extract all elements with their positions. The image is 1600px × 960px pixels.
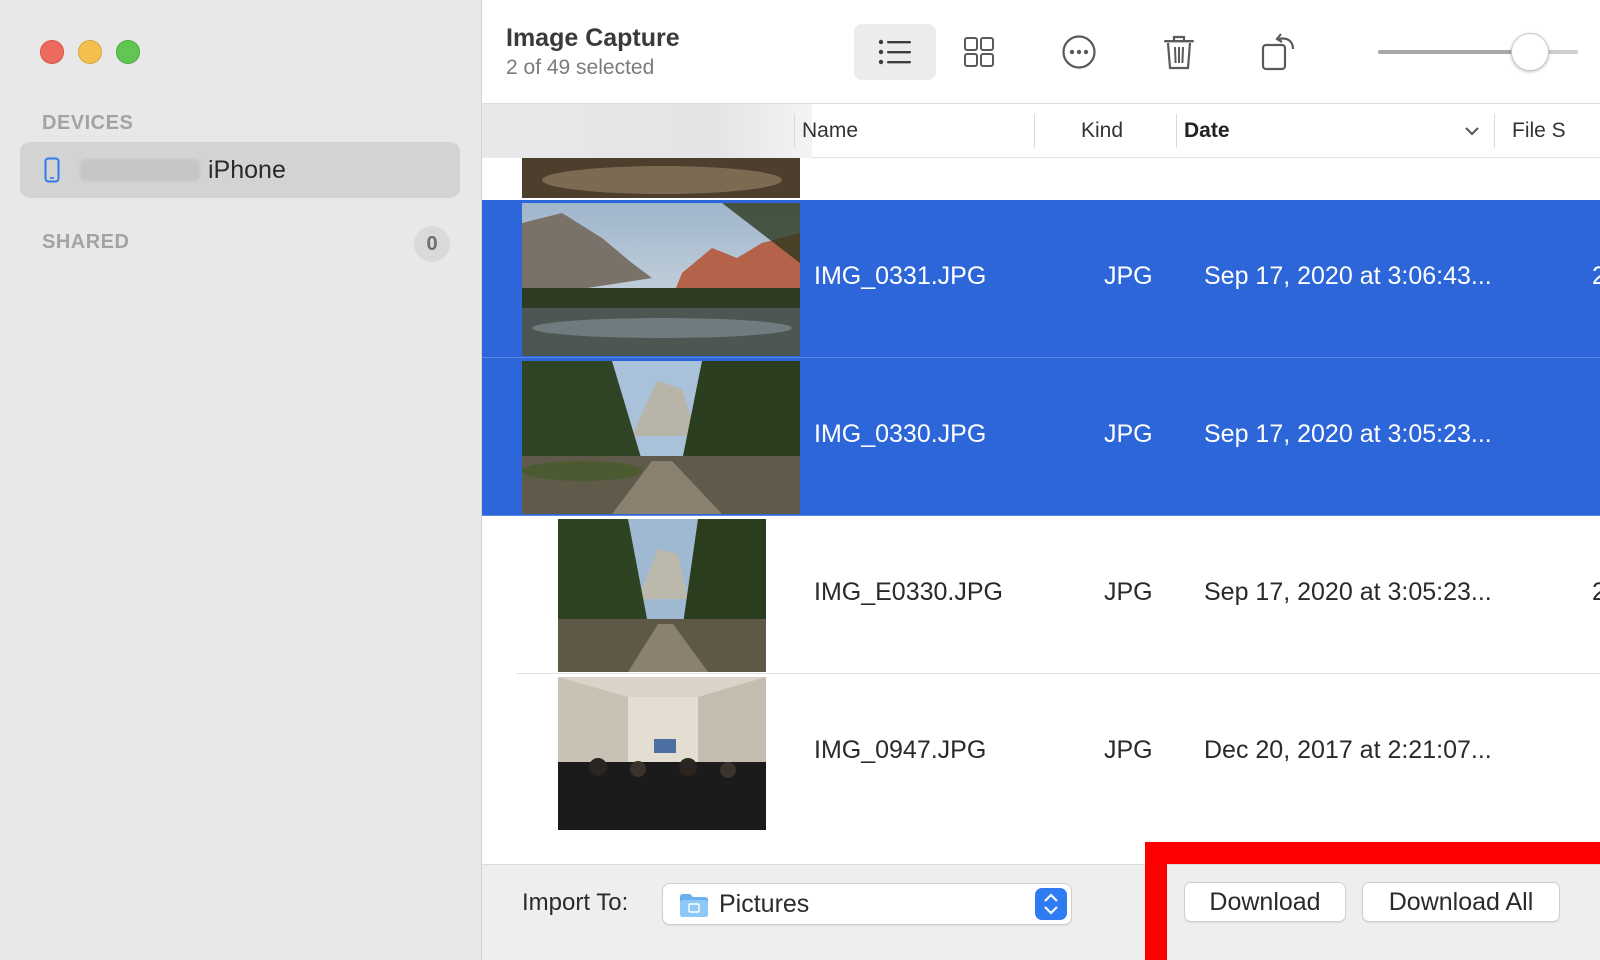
devices-heading: DEVICES bbox=[42, 112, 134, 134]
thumbnail bbox=[558, 677, 766, 830]
download-all-button[interactable]: Download All bbox=[1362, 882, 1560, 922]
file-kind: JPG bbox=[1104, 736, 1153, 764]
slider-fill bbox=[1378, 50, 1530, 54]
folder-icon bbox=[680, 894, 708, 917]
image-capture-window: DEVICES iPhone SHARED 0 Image Capture 2 … bbox=[0, 0, 1600, 960]
redacted-device-owner bbox=[80, 159, 200, 181]
zoom-window-button[interactable] bbox=[116, 40, 140, 64]
import-to-label: Import To: bbox=[522, 889, 629, 916]
file-size: 2 bbox=[1592, 262, 1600, 290]
rotate-left-icon bbox=[1261, 33, 1295, 71]
select-stepper[interactable] bbox=[1035, 888, 1067, 920]
file-date: Sep 17, 2020 at 3:06:43... bbox=[1204, 262, 1492, 290]
close-window-button[interactable] bbox=[40, 40, 64, 64]
column-date[interactable]: Date bbox=[1184, 119, 1230, 143]
download-button[interactable]: Download bbox=[1184, 882, 1346, 922]
thumbnail bbox=[522, 361, 800, 514]
column-header: Name Kind Date File S bbox=[482, 104, 1600, 158]
table-row[interactable]: IMG_E0330.JPG JPG Sep 17, 2020 at 3:05:2… bbox=[482, 516, 1600, 674]
slider-knob[interactable] bbox=[1510, 33, 1549, 71]
list-view-button[interactable] bbox=[854, 24, 936, 80]
file-name: IMG_0947.JPG bbox=[814, 736, 987, 764]
column-kind[interactable]: Kind bbox=[1081, 119, 1123, 143]
column-separator bbox=[794, 114, 795, 148]
selection-count: 2 of 49 selected bbox=[506, 56, 655, 79]
shared-heading: SHARED bbox=[42, 231, 130, 253]
import-destination-value: Pictures bbox=[719, 890, 810, 918]
delete-button[interactable] bbox=[1138, 24, 1220, 80]
column-file-size[interactable]: File S bbox=[1512, 119, 1566, 143]
window-title: Image Capture bbox=[506, 24, 680, 52]
table-row[interactable]: IMG_0947.JPG JPG Dec 20, 2017 at 2:21:07… bbox=[482, 674, 1600, 832]
chevron-updown-icon bbox=[1044, 893, 1058, 915]
sidebar: DEVICES iPhone SHARED 0 bbox=[0, 0, 482, 960]
file-name: IMG_0331.JPG bbox=[814, 262, 987, 290]
toolbar: Image Capture 2 of 49 selected bbox=[482, 0, 1600, 104]
file-date: Dec 20, 2017 at 2:21:07... bbox=[1204, 736, 1492, 764]
sidebar-item-iphone[interactable]: iPhone bbox=[20, 142, 460, 198]
thumbnail bbox=[558, 519, 766, 672]
minimize-window-button[interactable] bbox=[78, 40, 102, 64]
grid-view-button[interactable] bbox=[938, 24, 1020, 80]
thumbnail-size-slider[interactable] bbox=[1378, 32, 1578, 72]
file-name: IMG_0330.JPG bbox=[814, 420, 987, 448]
sort-descending-chevron-icon[interactable] bbox=[1464, 123, 1480, 139]
column-separator bbox=[1176, 114, 1177, 148]
iphone-icon bbox=[44, 157, 60, 183]
file-kind: JPG bbox=[1104, 262, 1153, 290]
column-name[interactable]: Name bbox=[802, 119, 858, 143]
rotate-button[interactable] bbox=[1238, 24, 1320, 80]
file-kind: JPG bbox=[1104, 578, 1153, 606]
column-separator bbox=[1034, 114, 1035, 148]
shared-count-badge: 0 bbox=[414, 226, 450, 262]
file-size: 2 bbox=[1592, 578, 1600, 606]
thumbnail bbox=[522, 203, 800, 356]
ellipsis-circle-icon bbox=[1062, 35, 1096, 69]
window-controls bbox=[40, 40, 140, 64]
file-kind: JPG bbox=[1104, 420, 1153, 448]
landscape-thumbnail-image bbox=[522, 158, 800, 198]
file-date: Sep 17, 2020 at 3:05:23... bbox=[1204, 420, 1492, 448]
file-date: Sep 17, 2020 at 3:05:23... bbox=[1204, 578, 1492, 606]
partial-thumbnail[interactable] bbox=[522, 158, 800, 198]
image-list[interactable]: IMG_0331.JPG JPG Sep 17, 2020 at 3:06:43… bbox=[482, 158, 1600, 864]
more-options-button[interactable] bbox=[1038, 24, 1120, 80]
column-separator bbox=[1494, 114, 1495, 148]
list-view-icon bbox=[878, 39, 911, 65]
device-name: iPhone bbox=[208, 155, 286, 184]
table-row[interactable]: IMG_0330.JPG JPG Sep 17, 2020 at 3:05:23… bbox=[482, 358, 1600, 516]
table-row[interactable]: IMG_0331.JPG JPG Sep 17, 2020 at 3:06:43… bbox=[482, 200, 1600, 358]
trash-icon bbox=[1164, 35, 1194, 70]
thumbnail-column-header bbox=[482, 104, 812, 158]
grid-view-icon bbox=[964, 37, 994, 67]
file-name: IMG_E0330.JPG bbox=[814, 578, 1003, 606]
import-destination-select[interactable]: Pictures bbox=[662, 883, 1072, 925]
